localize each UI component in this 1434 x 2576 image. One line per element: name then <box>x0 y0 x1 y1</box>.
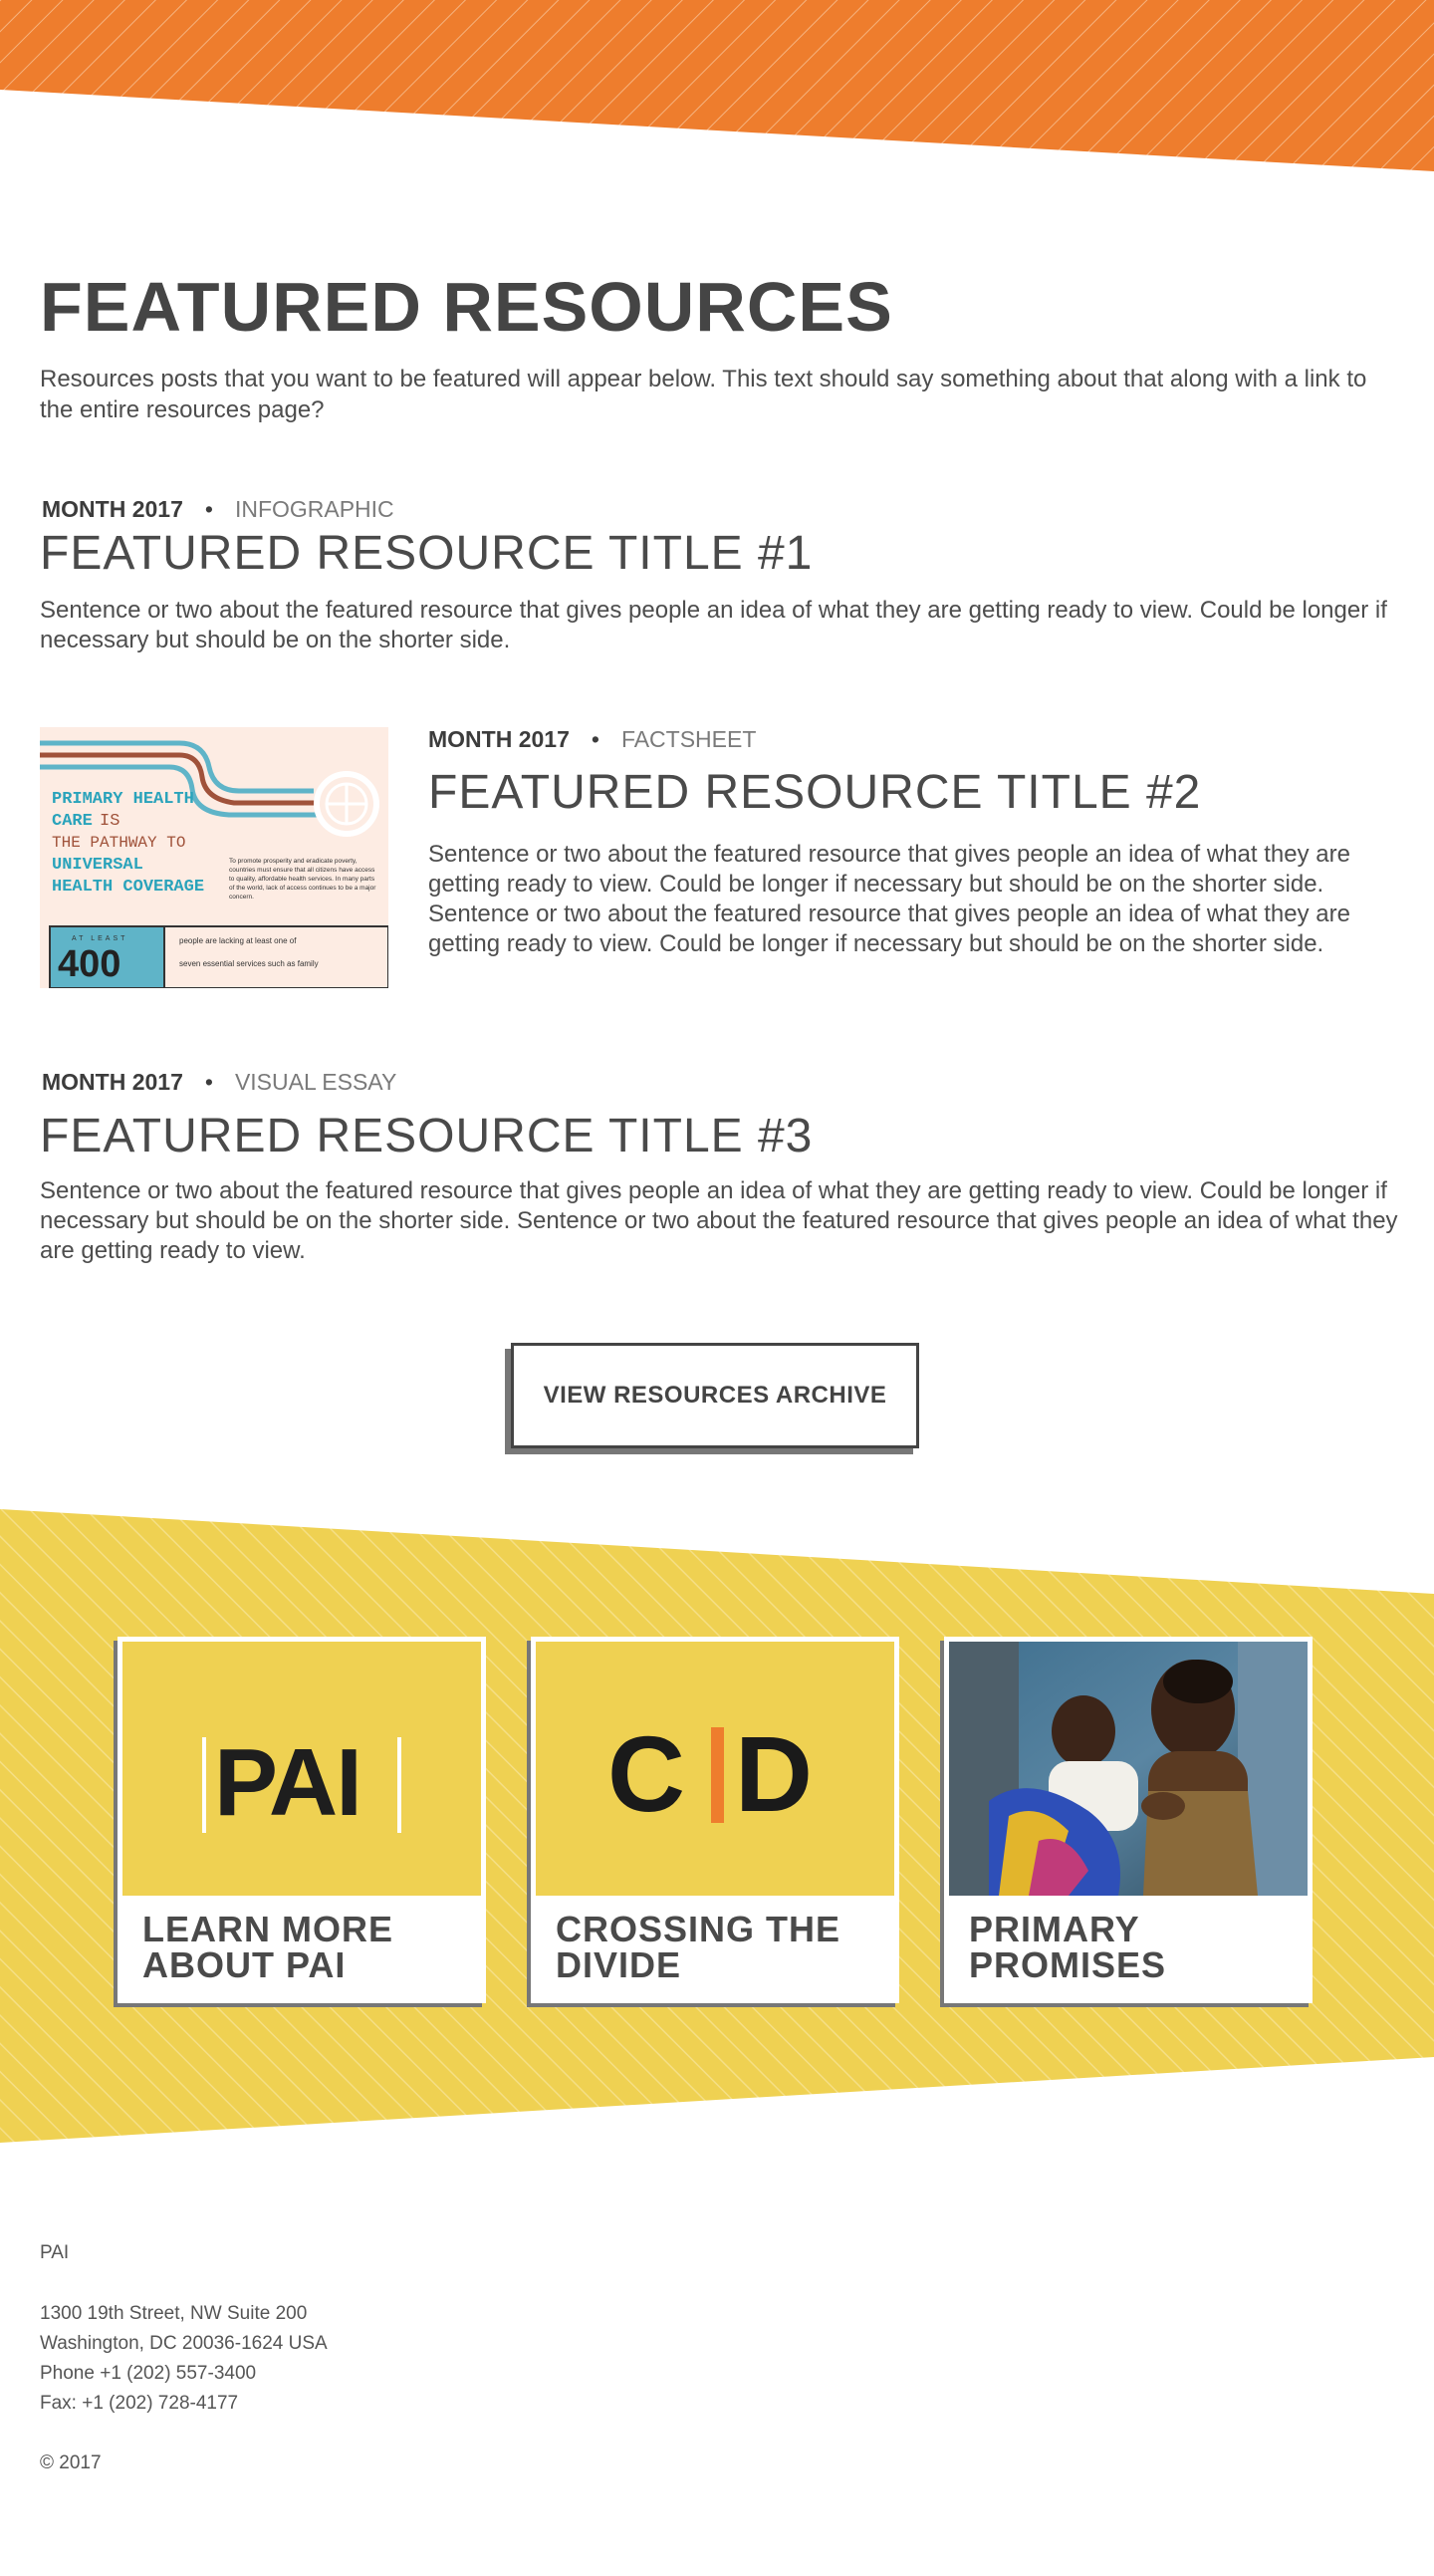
resource-type: FACTSHEET <box>620 726 757 752</box>
primary-promises-card[interactable]: PRIMARY PROMISES <box>944 1637 1313 2003</box>
resource-date: MONTH 2017 <box>42 496 183 522</box>
pai-logo-text: PAI <box>214 1729 362 1836</box>
logo-bar <box>202 1737 206 1833</box>
mother-child-photo <box>949 1642 1308 1896</box>
page-title: FEATURED RESOURCES <box>40 268 893 346</box>
resource-date: MONTH 2017 <box>42 1069 183 1095</box>
learn-more-card[interactable]: PAI LEARN MORE ABOUT PAI <box>118 1637 486 2003</box>
resource-3-meta: MONTH 2017 • VISUAL ESSAY <box>42 1068 396 1096</box>
footer-org: PAI <box>40 2242 70 2263</box>
cd-logo-left: C <box>607 1713 685 1834</box>
resource-2-text: Sentence or two about the featured resou… <box>428 841 1350 957</box>
thumb-heading: THE PATHWAY TO <box>52 834 185 852</box>
card-label: CROSSING THE DIVIDE <box>556 1909 841 1985</box>
thumb-stat-label: AT LEAST <box>72 935 127 942</box>
logo-bar <box>397 1737 401 1833</box>
thumb-stat-text: seven essential services such as family <box>179 959 319 968</box>
thumb-stat-value: 400 <box>58 943 120 985</box>
cd-logo-divider <box>711 1727 724 1823</box>
cd-logo: C D <box>536 1642 894 1896</box>
page-intro: Resources posts that you want to be feat… <box>40 366 1367 423</box>
resource-1-meta: MONTH 2017 • INFOGRAPHIC <box>42 495 394 523</box>
infographic-image: PRIMARY HEALTH CARE IS THE PATHWAY TO UN… <box>40 727 388 988</box>
thumb-stat-text: people are lacking at least one of <box>179 936 297 945</box>
thumb-heading: UNIVERSAL <box>52 856 143 875</box>
footer-fax: Fax: +1 (202) 728-4177 <box>40 2393 239 2414</box>
thumb-heading: CARE <box>52 812 93 831</box>
resource-date: MONTH 2017 <box>428 726 570 752</box>
crossing-the-divide-card[interactable]: C D CROSSING THE DIVIDE <box>531 1637 899 2003</box>
thumb-heading: HEALTH COVERAGE <box>52 878 204 897</box>
top-orange-band <box>0 0 1434 171</box>
bullet-dot: • <box>204 496 213 522</box>
bullet-dot: • <box>591 726 599 752</box>
footer-address-line: 1300 19th Street, NW Suite 200 <box>40 2303 308 2324</box>
resource-2-title[interactable]: FEATURED RESOURCE TITLE #2 <box>428 765 1201 821</box>
card-label: LEARN MORE ABOUT PAI <box>142 1909 393 1985</box>
resource-1-text: Sentence or two about the featured resou… <box>40 597 1387 653</box>
footer-address-line: Washington, DC 20036-1624 USA <box>40 2333 328 2354</box>
pai-logo: PAI <box>122 1642 481 1896</box>
thumb-heading: PRIMARY HEALTH <box>52 790 194 809</box>
thumb-heading: IS <box>100 812 120 831</box>
cd-logo-right: D <box>735 1713 813 1834</box>
resource-2-thumbnail[interactable]: PRIMARY HEALTH CARE IS THE PATHWAY TO UN… <box>40 727 388 988</box>
resource-3-title[interactable]: FEATURED RESOURCE TITLE #3 <box>40 1109 813 1164</box>
card-label: PRIMARY PROMISES <box>969 1909 1167 1985</box>
footer-copyright: © 2017 <box>40 2452 102 2473</box>
view-resources-archive-button[interactable]: VIEW RESOURCES ARCHIVE <box>511 1343 919 1448</box>
resource-type: INFOGRAPHIC <box>234 496 394 522</box>
resource-1-title[interactable]: FEATURED RESOURCE TITLE #1 <box>40 526 813 582</box>
thumb-body: To promote prosperity and eradicate pove… <box>229 858 376 901</box>
bullet-dot: • <box>204 1069 213 1095</box>
footer-phone: Phone +1 (202) 557-3400 <box>40 2363 257 2384</box>
resource-3-text: Sentence or two about the featured resou… <box>40 1177 1398 1264</box>
resource-2-meta: MONTH 2017 • FACTSHEET <box>428 725 756 753</box>
resource-type: VISUAL ESSAY <box>234 1069 397 1095</box>
